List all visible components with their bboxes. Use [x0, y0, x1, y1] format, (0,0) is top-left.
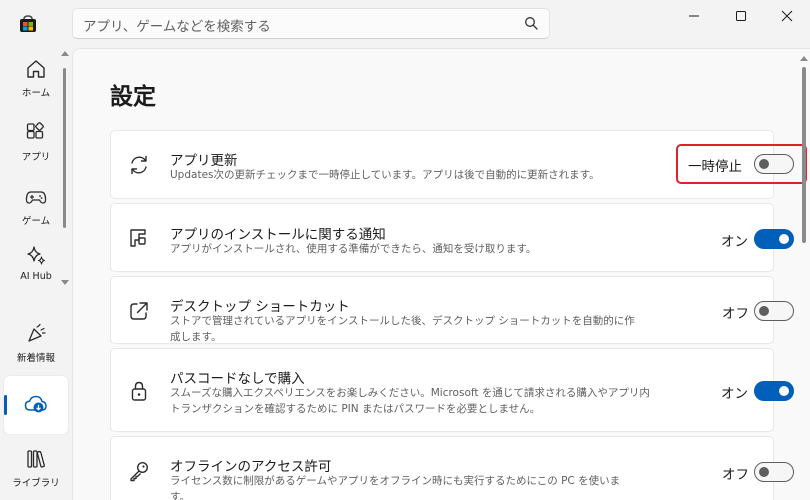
apps-icon [26, 122, 44, 139]
toggle-knob [759, 159, 769, 169]
setting-card-desktop-shortcut: デスクトップ ショートカット ストアで管理されているアプリをインストールした後、… [110, 276, 794, 344]
nav-label-whats-new: 新着情報 [16, 353, 55, 364]
nav-item-whats-new[interactable]: 新着情報 [0, 313, 72, 375]
app-updates-toggle[interactable] [754, 154, 794, 174]
close-icon [781, 10, 793, 22]
setting-card-install-notifications: アプリのインストールに関する通知 アプリがインストールされ、使用する準備ができた… [110, 203, 794, 272]
setting-state: 一時停止 [688, 159, 742, 175]
setting-title: アプリ更新 [170, 153, 238, 169]
setting-card-offline-permissions: オフラインのアクセス許可 ライセンス数に制限があるゲームやアプリをオフライン時に… [110, 436, 794, 500]
settings-page: 設定 アプリ更新 Updates次の更新チェックまで一時停止しています。アプリは… [72, 48, 810, 500]
active-indicator [4, 395, 7, 415]
setting-card-purchase-without-passcode: パスコードなしで購入 スムーズな購入エクスペリエンスをお楽しみください。Micr… [110, 348, 794, 432]
maximize-icon [736, 11, 746, 21]
cloud-download-icon [24, 395, 47, 413]
setting-state: オン [721, 234, 748, 250]
setting-description: ストアで管理されているアプリをインストールした後、デスクトップ ショートカットを… [170, 315, 635, 343]
minimize-button[interactable] [671, 0, 717, 32]
minimize-icon [689, 15, 699, 17]
open-external-icon [130, 302, 148, 320]
search-box[interactable]: アプリ、ゲームなどを検索する [72, 8, 550, 39]
sparkle-icon [27, 246, 46, 265]
page-title: 設定 [110, 84, 156, 110]
search-icon[interactable] [524, 16, 539, 31]
toggle-knob [779, 234, 789, 244]
setting-title: パスコードなしで購入 [170, 371, 305, 387]
microsoft-store-icon [20, 15, 36, 32]
setting-state: オフ [722, 467, 749, 483]
install-notifications-toggle[interactable] [754, 229, 794, 249]
nav-label-games: ゲーム [21, 216, 51, 227]
layout-icon [130, 229, 146, 247]
setting-description: Updates次の更新チェックまで一時停止しています。アプリは後で自動的に更新さ… [170, 169, 600, 181]
toggle-knob [779, 386, 789, 396]
close-button[interactable] [764, 0, 810, 32]
setting-card-app-updates: アプリ更新 Updates次の更新チェックまで一時停止しています。アプリは後で自… [110, 130, 807, 199]
desktop-shortcut-toggle[interactable] [754, 301, 794, 321]
nav-label-library: ライブラリ [12, 478, 60, 489]
setting-title: アプリのインストールに関する通知 [170, 227, 386, 243]
setting-state: オン [721, 386, 748, 402]
setting-description: アプリがインストールされ、使用する準備ができたら、通知を受け取ります。 [170, 243, 537, 255]
setting-title: デスクトップ ショートカット [170, 299, 350, 315]
passcode-purchase-toggle[interactable] [754, 381, 794, 401]
lock-icon [131, 381, 147, 401]
home-icon [27, 60, 45, 78]
setting-state: オフ [722, 306, 749, 322]
scroll-up-arrow-icon[interactable] [61, 50, 69, 56]
nav-label-apps: アプリ [21, 152, 51, 163]
search-placeholder: アプリ、ゲームなどを検索する [83, 19, 271, 35]
toggle-knob [759, 306, 769, 316]
nav-label-ai-hub: AI Hub [20, 271, 52, 282]
nav-item-downloads[interactable] [4, 376, 68, 434]
scroll-down-arrow-icon[interactable] [61, 280, 69, 286]
nav-scrollbar-thumb[interactable] [63, 68, 66, 228]
library-icon [27, 450, 45, 468]
navigation-rail: ホーム アプリ ゲーム AI Hub 新着情報 ライブラリ [0, 48, 72, 500]
toggle-knob [759, 467, 769, 477]
key-icon [130, 461, 149, 482]
nav-label-home: ホーム [21, 88, 51, 99]
content-scrollbar-thumb[interactable] [802, 67, 806, 243]
title-bar: アプリ、ゲームなどを検索する [0, 0, 810, 48]
setting-description: スムーズな購入エクスペリエンスをお楽しみください。Microsoft を通じて請… [170, 387, 650, 415]
setting-title: オフラインのアクセス許可 [170, 459, 332, 475]
scroll-up-arrow-icon[interactable] [800, 55, 808, 61]
gamepad-icon [25, 191, 47, 204]
setting-description: ライセンス数に制限があるゲームやアプリをオフライン時にも実行するためにこの PC… [170, 475, 621, 500]
offline-permissions-toggle[interactable] [754, 462, 794, 482]
megaphone-icon [28, 323, 46, 342]
maximize-button[interactable] [718, 0, 764, 32]
sync-icon [131, 155, 147, 175]
nav-item-library[interactable]: ライブラリ [0, 438, 72, 500]
